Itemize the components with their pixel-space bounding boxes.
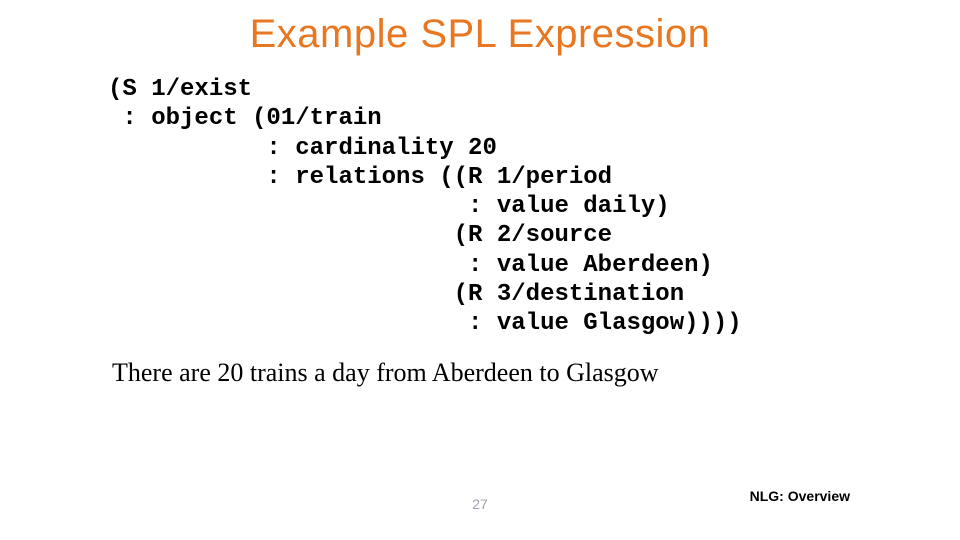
code-line: : relations ((R 1/period <box>108 164 612 191</box>
code-line: : value Glasgow)))) <box>108 310 742 337</box>
code-line: : cardinality 20 <box>108 135 497 162</box>
slide: Example SPL Expression (S 1/exist : obje… <box>0 0 960 540</box>
code-line: (S 1/exist <box>108 76 252 103</box>
code-line: (R 3/destination <box>108 281 684 308</box>
page-number: 27 <box>472 496 488 512</box>
spl-code-block: (S 1/exist : object (01/train : cardinal… <box>108 75 960 338</box>
code-line: : object (01/train <box>108 105 382 132</box>
example-sentence: There are 20 trains a day from Aberdeen … <box>112 358 960 388</box>
code-line: (R 2/source <box>108 222 612 249</box>
code-line: : value Aberdeen) <box>108 252 713 279</box>
footer-label: NLG: Overview <box>750 488 850 504</box>
code-line: : value daily) <box>108 193 670 220</box>
slide-title: Example SPL Expression <box>0 12 960 57</box>
